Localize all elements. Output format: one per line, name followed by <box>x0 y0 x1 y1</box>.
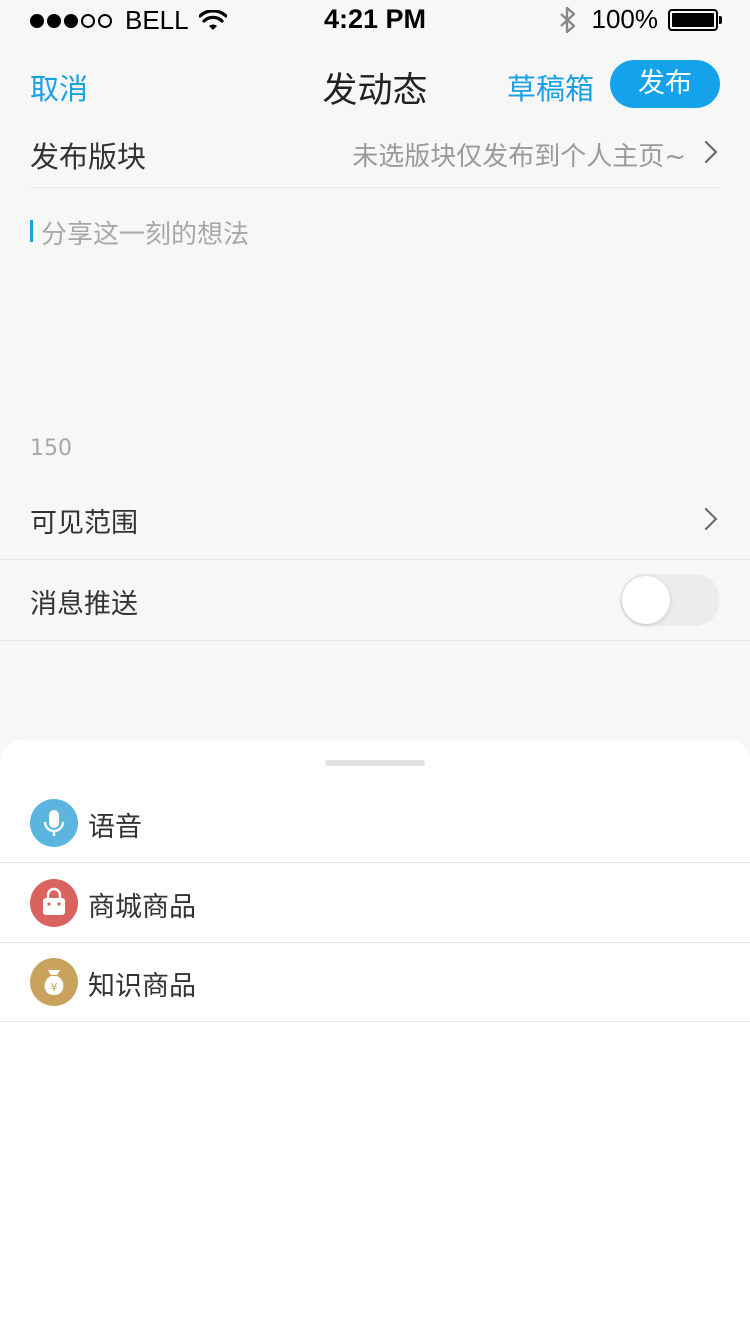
drafts-button[interactable]: 草稿箱 <box>507 66 594 108</box>
push-notification-row: 消息推送 <box>0 560 750 641</box>
svg-text:¥: ¥ <box>51 981 58 994</box>
attachment-sheet: 语音 商城商品 ¥ 知识商品 <box>0 740 750 1334</box>
tool-knowledge-product[interactable]: ¥ 知识商品 <box>0 942 750 1022</box>
sheet-drag-handle[interactable] <box>325 760 425 766</box>
section-label: 发布版块 <box>30 140 147 174</box>
toggle-knob <box>622 576 670 624</box>
cancel-button[interactable]: 取消 <box>30 66 88 108</box>
chevron-right-icon <box>694 140 718 164</box>
char-counter: 150 <box>30 436 72 461</box>
section-value: 未选版块仅发布到个人主页~ <box>352 142 686 172</box>
tool-mall-product[interactable]: 商城商品 <box>0 863 750 943</box>
publish-button[interactable]: 发布 <box>610 60 720 108</box>
tool-knowledge-product-label: 知识商品 <box>88 971 196 1002</box>
nav-bar: 取消 发动态 草稿箱 发布 <box>0 50 750 120</box>
section-selector-row[interactable]: 发布版块 未选版块仅发布到个人主页~ <box>30 120 720 188</box>
money-bag-icon: ¥ <box>30 958 78 1006</box>
push-notification-toggle[interactable] <box>620 574 720 626</box>
shopping-bag-icon <box>30 879 78 927</box>
chevron-right-icon <box>694 507 718 531</box>
post-placeholder: 分享这一刻的想法 <box>41 220 250 250</box>
tool-voice-label: 语音 <box>88 812 142 843</box>
visibility-row[interactable]: 可见范围 <box>0 479 750 560</box>
tool-mall-product-label: 商城商品 <box>88 892 196 923</box>
post-text-input[interactable]: 分享这一刻的想法 <box>30 210 720 410</box>
tool-voice[interactable]: 语音 <box>0 783 750 863</box>
push-notification-label: 消息推送 <box>30 589 138 620</box>
bluetooth-icon <box>559 6 575 33</box>
battery-icon <box>668 8 722 31</box>
text-cursor <box>30 220 33 242</box>
microphone-icon <box>30 799 78 847</box>
battery-percent: 100% <box>591 4 659 34</box>
visibility-label: 可见范围 <box>30 508 138 539</box>
status-right: 100% <box>558 4 722 35</box>
status-bar: BELL 4:21 PM 100% <box>0 0 750 40</box>
